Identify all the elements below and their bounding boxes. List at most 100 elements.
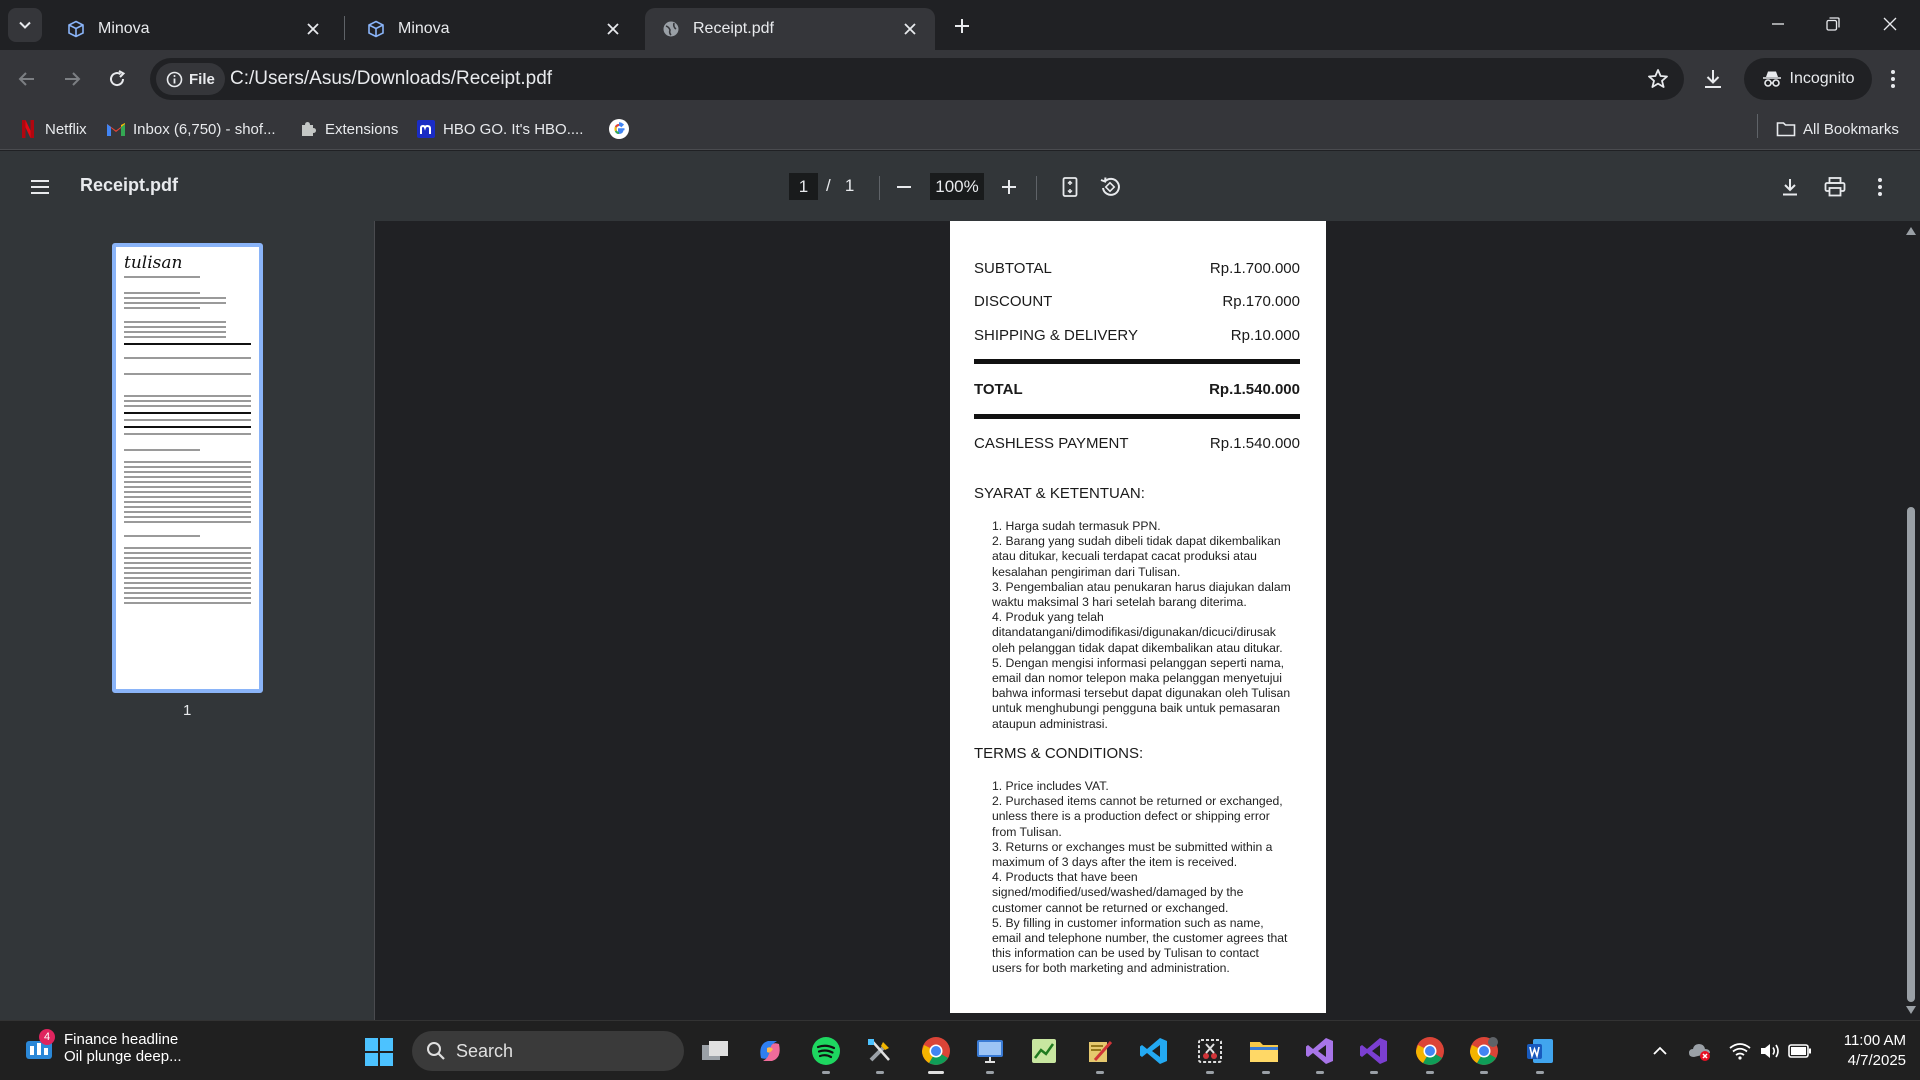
all-bookmarks-button[interactable]: All Bookmarks (1776, 116, 1899, 142)
download-icon (1783, 179, 1797, 196)
chart-app-icon[interactable] (1026, 1033, 1062, 1069)
pdf-download-button[interactable] (1776, 173, 1804, 201)
pdf-title: Receipt.pdf (80, 175, 179, 195)
bookmark-star-icon[interactable] (1646, 67, 1670, 91)
forward-button[interactable] (55, 62, 89, 96)
terms-line: 2. Purchased items cannot be returned or… (992, 794, 1283, 809)
tab-strip: Minova Minova Receipt.pdf (0, 0, 1920, 50)
news-widget[interactable]: 4 Finance headline Oil plunge deep... (24, 1029, 182, 1065)
task-view-icon[interactable] (697, 1033, 733, 1069)
running-indicator (876, 1071, 884, 1074)
tab-minova-1[interactable]: Minova (50, 8, 338, 50)
scrollbar-thumb[interactable] (1907, 507, 1915, 1002)
terms-line: from Tulisan. (992, 824, 1062, 839)
cube-icon (366, 19, 386, 39)
bookmark-gmail[interactable]: Inbox (6,750) - shof... (106, 116, 276, 142)
thumbnail-logo: tulisan (124, 253, 183, 273)
onedrive-error-icon[interactable] (1688, 1039, 1712, 1063)
pdf-toolbar: Receipt.pdf 1 / 1 100% (0, 151, 1920, 221)
incognito-button[interactable]: Incognito (1744, 58, 1872, 100)
tab-minova-2[interactable]: Minova (350, 8, 638, 50)
page-count: / 1 (826, 176, 854, 196)
running-indicator (1262, 1071, 1270, 1074)
tools-icon[interactable] (862, 1033, 898, 1069)
chrome-icon[interactable] (918, 1033, 954, 1069)
zoom-in-button[interactable] (995, 173, 1023, 201)
incognito-icon (1762, 71, 1781, 87)
visual-studio-icon[interactable] (1302, 1033, 1338, 1069)
copilot-icon[interactable] (752, 1033, 788, 1069)
browser-menu-button[interactable] (1876, 62, 1910, 96)
syarat-line: ditandatangani/dimodifikasi/digunakan/di… (992, 625, 1276, 640)
pen-tool-icon[interactable] (1082, 1033, 1118, 1069)
page-thumbnail[interactable]: tulisan (112, 243, 263, 693)
wifi-icon[interactable] (1728, 1039, 1752, 1063)
system-clock[interactable]: 11:00 AM 4/7/2025 (1818, 1031, 1906, 1071)
close-icon (1883, 17, 1897, 31)
zoom-out-button[interactable] (890, 173, 918, 201)
vscode-icon[interactable] (1136, 1033, 1172, 1069)
taskbar-search[interactable]: Search (412, 1031, 684, 1071)
sidebar-menu-button[interactable] (26, 173, 54, 201)
total-pages: 1 (844, 176, 855, 195)
close-tab-icon[interactable] (302, 18, 324, 40)
vertical-scrollbar[interactable] (1900, 221, 1920, 1020)
syarat-line: kesalahan pengiriman dari Tulisan. (992, 564, 1181, 579)
tab-search-button[interactable] (8, 8, 42, 42)
visual-studio-alt-icon[interactable] (1356, 1033, 1392, 1069)
tab-title: Minova (398, 20, 450, 37)
print-button[interactable] (1821, 173, 1849, 201)
scroll-up-arrow-icon[interactable] (1905, 226, 1917, 236)
start-button[interactable] (364, 1037, 394, 1067)
pdf-more-button[interactable] (1866, 173, 1894, 201)
url-text[interactable]: C:/Users/Asus/Downloads/Receipt.pdf (230, 68, 552, 90)
bookmark-extensions[interactable]: Extensions (298, 116, 398, 142)
tab-receipt-pdf[interactable]: Receipt.pdf (645, 8, 935, 50)
battery-icon[interactable] (1788, 1039, 1812, 1063)
close-tab-icon[interactable] (602, 18, 624, 40)
minus-icon (897, 186, 911, 188)
google-icon (609, 119, 629, 139)
bookmark-google[interactable] (609, 116, 636, 142)
close-tab-icon[interactable] (899, 18, 921, 40)
page-number-input[interactable]: 1 (789, 173, 818, 200)
reload-icon (110, 70, 126, 87)
chrome-profile-icon[interactable] (1466, 1033, 1502, 1069)
bookmark-hbo[interactable]: HBO GO. It's HBO.... (416, 116, 583, 142)
volume-icon[interactable] (1758, 1039, 1782, 1063)
syarat-line: 4. Produk yang telah (992, 610, 1104, 625)
restore-button[interactable] (1809, 8, 1857, 40)
reload-button[interactable] (100, 62, 134, 96)
remote-desktop-icon[interactable] (972, 1033, 1008, 1069)
running-indicator (1426, 1071, 1434, 1074)
browser-toolbar: File C:/Users/Asus/Downloads/Receipt.pdf… (0, 50, 1920, 108)
chrome-icon[interactable] (1412, 1033, 1448, 1069)
back-button[interactable] (10, 62, 44, 96)
syarat-line: 5. Dengan mengisi informasi pelanggan se… (992, 655, 1284, 670)
running-indicator-active (928, 1071, 944, 1074)
close-window-button[interactable] (1866, 8, 1914, 40)
scroll-down-arrow-icon[interactable] (1905, 1005, 1917, 1015)
arrow-left-icon (18, 72, 34, 86)
folder-icon (1776, 119, 1796, 139)
plus-icon (1002, 180, 1016, 194)
file-explorer-icon[interactable] (1246, 1033, 1282, 1069)
show-hidden-icons-button[interactable] (1648, 1039, 1672, 1063)
fit-to-page-button[interactable] (1056, 173, 1084, 201)
clock-date: 4/7/2025 (1847, 1052, 1906, 1069)
address-bar[interactable]: File C:/Users/Asus/Downloads/Receipt.pdf (150, 58, 1684, 100)
minimize-button[interactable] (1754, 8, 1802, 40)
site-info-chip[interactable]: File (156, 63, 225, 95)
new-tab-button[interactable] (948, 12, 976, 40)
snipping-icon[interactable] (1192, 1033, 1228, 1069)
widget-badge: 4 (39, 1029, 55, 1045)
spotify-icon[interactable] (808, 1033, 844, 1069)
syarat-line: atau ditukar, kecuali terdapat cacat pro… (992, 549, 1257, 564)
running-indicator (1206, 1071, 1214, 1074)
rotate-button[interactable] (1096, 173, 1124, 201)
bookmark-netflix[interactable]: Netflix (18, 116, 87, 142)
zoom-input[interactable]: 100% (930, 173, 984, 200)
word-icon[interactable] (1522, 1033, 1558, 1069)
downloads-button[interactable] (1696, 62, 1730, 96)
clock-time: 11:00 AM (1843, 1032, 1906, 1049)
